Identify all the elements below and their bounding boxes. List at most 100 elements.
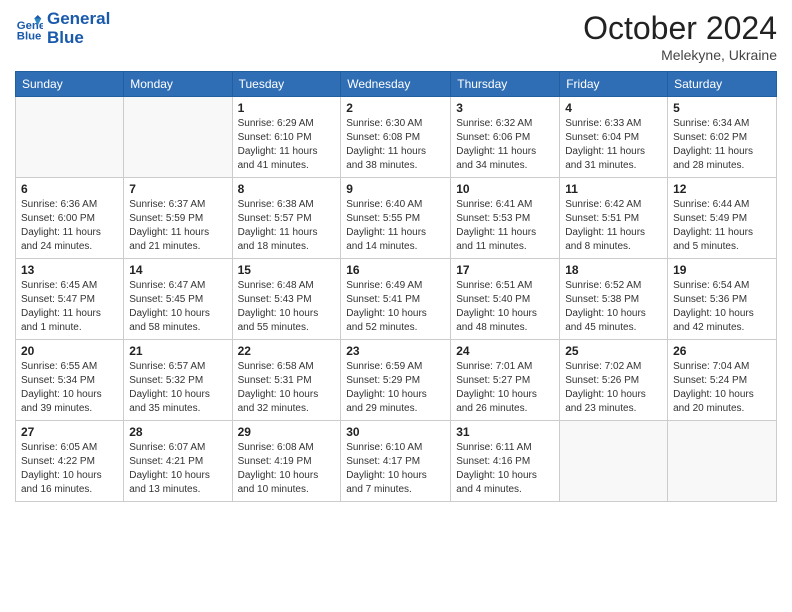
calendar-cell: 12Sunrise: 6:44 AMSunset: 5:49 PMDayligh… bbox=[668, 178, 777, 259]
calendar-cell: 22 Sunrise: 6:58 AMSunset: 5:31 PMDayligh… bbox=[232, 340, 341, 421]
day-number: 8 bbox=[238, 182, 336, 196]
day-number: 30 bbox=[346, 425, 445, 439]
day-info: Sunrise: 6:10 AMSunset: 4:17 PMDaylight:… bbox=[346, 441, 445, 497]
logo: General Blue General Blue bbox=[15, 10, 110, 47]
day-info: Sunrise: 6:44 AMSunset: 5:49 PMDaylight:… bbox=[673, 198, 771, 254]
day-number: 22 bbox=[238, 344, 336, 358]
day-info: Sunrise: 6:58 AMSunset: 5:31 PMDaylight:… bbox=[238, 360, 336, 416]
day-number: 3 bbox=[456, 101, 554, 115]
location: Melekyne, Ukraine bbox=[583, 47, 777, 63]
day-info: Sunrise: 6:36 AMSunset: 6:00 PMDaylight:… bbox=[21, 198, 118, 254]
day-info: Sunrise: 6:05 AMSunset: 4:22 PMDaylight:… bbox=[21, 441, 118, 497]
day-info: Sunrise: 6:34 AMSunset: 6:02 PMDaylight:… bbox=[673, 117, 771, 173]
col-wednesday: Wednesday bbox=[341, 72, 451, 97]
day-number: 4 bbox=[565, 101, 662, 115]
day-number: 16 bbox=[346, 263, 445, 277]
day-number: 10 bbox=[456, 182, 554, 196]
day-info: Sunrise: 6:40 AMSunset: 5:55 PMDaylight:… bbox=[346, 198, 445, 254]
day-number: 1 bbox=[238, 101, 336, 115]
calendar-week-2: 6 Sunrise: 6:36 AMSunset: 6:00 PMDaylight… bbox=[16, 178, 777, 259]
calendar-cell: 25Sunrise: 7:02 AMSunset: 5:26 PMDayligh… bbox=[560, 340, 668, 421]
calendar-week-4: 20 Sunrise: 6:55 AMSunset: 5:34 PMDayligh… bbox=[16, 340, 777, 421]
day-number: 23 bbox=[346, 344, 445, 358]
day-info: Sunrise: 7:01 AMSunset: 5:27 PMDaylight:… bbox=[456, 360, 554, 416]
day-info: Sunrise: 6:49 AMSunset: 5:41 PMDaylight:… bbox=[346, 279, 445, 335]
calendar-cell: 26Sunrise: 7:04 AMSunset: 5:24 PMDayligh… bbox=[668, 340, 777, 421]
calendar-cell: 1Sunrise: 6:29 AMSunset: 6:10 PMDaylight… bbox=[232, 97, 341, 178]
day-info: Sunrise: 6:42 AMSunset: 5:51 PMDaylight:… bbox=[565, 198, 662, 254]
logo-text: General Blue bbox=[47, 10, 110, 47]
calendar-cell: 11 Sunrise: 6:42 AMSunset: 5:51 PMDayligh… bbox=[560, 178, 668, 259]
calendar-cell: 14 Sunrise: 6:47 AMSunset: 5:45 PMDayligh… bbox=[124, 259, 232, 340]
calendar-cell: 4 Sunrise: 6:33 AMSunset: 6:04 PMDaylight… bbox=[560, 97, 668, 178]
day-number: 15 bbox=[238, 263, 336, 277]
day-number: 2 bbox=[346, 101, 445, 115]
day-info: Sunrise: 6:47 AMSunset: 5:45 PMDaylight:… bbox=[129, 279, 226, 335]
day-number: 13 bbox=[21, 263, 118, 277]
calendar-cell: 27Sunrise: 6:05 AMSunset: 4:22 PMDayligh… bbox=[16, 421, 124, 502]
page-header: General Blue General Blue October 2024 M… bbox=[15, 10, 777, 63]
logo-icon: General Blue bbox=[15, 15, 43, 43]
day-number: 20 bbox=[21, 344, 118, 358]
day-number: 5 bbox=[673, 101, 771, 115]
col-friday: Friday bbox=[560, 72, 668, 97]
day-number: 9 bbox=[346, 182, 445, 196]
day-number: 11 bbox=[565, 182, 662, 196]
day-info: Sunrise: 6:08 AMSunset: 4:19 PMDaylight:… bbox=[238, 441, 336, 497]
day-number: 31 bbox=[456, 425, 554, 439]
calendar-cell: 7 Sunrise: 6:37 AMSunset: 5:59 PMDaylight… bbox=[124, 178, 232, 259]
calendar-cell bbox=[16, 97, 124, 178]
day-number: 17 bbox=[456, 263, 554, 277]
calendar-cell: 2 Sunrise: 6:30 AMSunset: 6:08 PMDaylight… bbox=[341, 97, 451, 178]
day-number: 21 bbox=[129, 344, 226, 358]
calendar-cell: 30 Sunrise: 6:10 AMSunset: 4:17 PMDayligh… bbox=[341, 421, 451, 502]
day-info: Sunrise: 6:30 AMSunset: 6:08 PMDaylight:… bbox=[346, 117, 445, 173]
calendar-cell: 31 Sunrise: 6:11 AMSunset: 4:16 PMDayligh… bbox=[451, 421, 560, 502]
calendar-cell bbox=[560, 421, 668, 502]
day-info: Sunrise: 6:11 AMSunset: 4:16 PMDaylight:… bbox=[456, 441, 554, 497]
col-monday: Monday bbox=[124, 72, 232, 97]
calendar-cell: 21Sunrise: 6:57 AMSunset: 5:32 PMDayligh… bbox=[124, 340, 232, 421]
day-info: Sunrise: 6:52 AMSunset: 5:38 PMDaylight:… bbox=[565, 279, 662, 335]
day-number: 14 bbox=[129, 263, 226, 277]
day-number: 6 bbox=[21, 182, 118, 196]
calendar-cell: 16 Sunrise: 6:49 AMSunset: 5:41 PMDayligh… bbox=[341, 259, 451, 340]
day-number: 24 bbox=[456, 344, 554, 358]
day-info: Sunrise: 6:07 AMSunset: 4:21 PMDaylight:… bbox=[129, 441, 226, 497]
col-thursday: Thursday bbox=[451, 72, 560, 97]
calendar-cell: 3Sunrise: 6:32 AMSunset: 6:06 PMDaylight… bbox=[451, 97, 560, 178]
day-info: Sunrise: 6:37 AMSunset: 5:59 PMDaylight:… bbox=[129, 198, 226, 254]
day-number: 28 bbox=[129, 425, 226, 439]
day-number: 7 bbox=[129, 182, 226, 196]
calendar-cell: 24 Sunrise: 7:01 AMSunset: 5:27 PMDayligh… bbox=[451, 340, 560, 421]
day-info: Sunrise: 6:55 AMSunset: 5:34 PMDaylight:… bbox=[21, 360, 118, 416]
calendar-cell: 6 Sunrise: 6:36 AMSunset: 6:00 PMDaylight… bbox=[16, 178, 124, 259]
calendar-cell: 19Sunrise: 6:54 AMSunset: 5:36 PMDayligh… bbox=[668, 259, 777, 340]
col-saturday: Saturday bbox=[668, 72, 777, 97]
day-info: Sunrise: 6:45 AMSunset: 5:47 PMDaylight:… bbox=[21, 279, 118, 335]
calendar-cell: 17 Sunrise: 6:51 AMSunset: 5:40 PMDayligh… bbox=[451, 259, 560, 340]
calendar-header-row: Sunday Monday Tuesday Wednesday Thursday… bbox=[16, 72, 777, 97]
day-number: 18 bbox=[565, 263, 662, 277]
calendar-cell: 8Sunrise: 6:38 AMSunset: 5:57 PMDaylight… bbox=[232, 178, 341, 259]
day-info: Sunrise: 6:41 AMSunset: 5:53 PMDaylight:… bbox=[456, 198, 554, 254]
day-info: Sunrise: 7:04 AMSunset: 5:24 PMDaylight:… bbox=[673, 360, 771, 416]
day-info: Sunrise: 6:51 AMSunset: 5:40 PMDaylight:… bbox=[456, 279, 554, 335]
calendar-cell: 10 Sunrise: 6:41 AMSunset: 5:53 PMDayligh… bbox=[451, 178, 560, 259]
day-info: Sunrise: 6:33 AMSunset: 6:04 PMDaylight:… bbox=[565, 117, 662, 173]
calendar-cell: 20 Sunrise: 6:55 AMSunset: 5:34 PMDayligh… bbox=[16, 340, 124, 421]
calendar-cell: 29 Sunrise: 6:08 AMSunset: 4:19 PMDayligh… bbox=[232, 421, 341, 502]
calendar-week-5: 27Sunrise: 6:05 AMSunset: 4:22 PMDayligh… bbox=[16, 421, 777, 502]
day-info: Sunrise: 6:54 AMSunset: 5:36 PMDaylight:… bbox=[673, 279, 771, 335]
title-block: October 2024 Melekyne, Ukraine bbox=[583, 10, 777, 63]
calendar-cell: 15 Sunrise: 6:48 AMSunset: 5:43 PMDayligh… bbox=[232, 259, 341, 340]
day-info: Sunrise: 6:48 AMSunset: 5:43 PMDaylight:… bbox=[238, 279, 336, 335]
col-sunday: Sunday bbox=[16, 72, 124, 97]
month-title: October 2024 bbox=[583, 10, 777, 47]
calendar-cell: 13 Sunrise: 6:45 AMSunset: 5:47 PMDayligh… bbox=[16, 259, 124, 340]
col-tuesday: Tuesday bbox=[232, 72, 341, 97]
calendar-cell: 23Sunrise: 6:59 AMSunset: 5:29 PMDayligh… bbox=[341, 340, 451, 421]
calendar-cell bbox=[668, 421, 777, 502]
day-number: 29 bbox=[238, 425, 336, 439]
calendar-cell bbox=[124, 97, 232, 178]
